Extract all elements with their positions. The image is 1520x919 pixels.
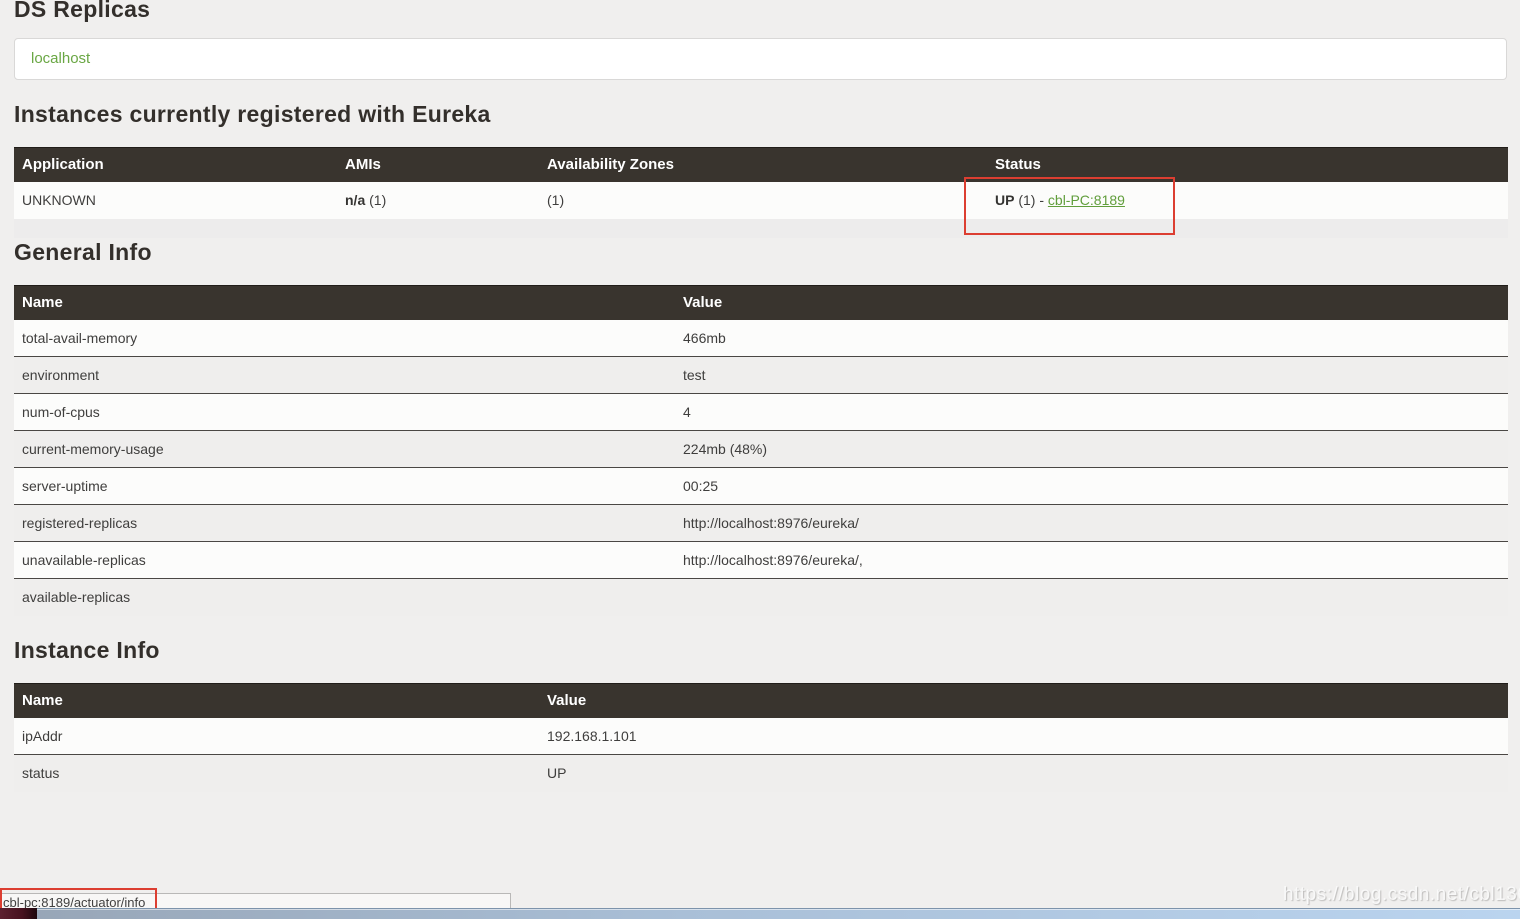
info-name: status: [14, 755, 539, 792]
table-row: total-avail-memory 466mb: [14, 320, 1508, 357]
annotation-box-status: [964, 177, 1175, 235]
amis-label: n/a: [345, 192, 365, 208]
ds-replicas-panel: localhost: [14, 38, 1507, 80]
replica-link-localhost[interactable]: localhost: [31, 39, 90, 79]
col-availability-zones: Availability Zones: [539, 148, 987, 182]
info-name: registered-replicas: [14, 505, 675, 542]
general-info-section-title: General Info: [14, 238, 152, 266]
col-value: Value: [539, 684, 1508, 718]
table-row: environment test: [14, 357, 1508, 394]
info-name: current-memory-usage: [14, 431, 675, 468]
instance-info-header-row: Name Value: [14, 684, 1508, 718]
general-info-header-row: Name Value: [14, 286, 1508, 320]
info-value: 4: [675, 394, 1508, 431]
info-value: 224mb (48%): [675, 431, 1508, 468]
instance-info-section-title: Instance Info: [14, 636, 160, 664]
col-application: Application: [14, 148, 337, 182]
taskbar-edge[interactable]: [0, 908, 1520, 919]
info-name: server-uptime: [14, 468, 675, 505]
table-row: status UP: [14, 755, 1508, 792]
instance-row: UNKNOWN n/a (1) (1) UP (1) - cbl-PC:8189: [14, 182, 1508, 219]
amis-count: (1): [365, 192, 386, 208]
info-name: num-of-cpus: [14, 394, 675, 431]
info-value: UP: [539, 755, 1508, 792]
zones-cell: (1): [539, 182, 987, 219]
info-name: available-replicas: [14, 579, 675, 616]
info-name: total-avail-memory: [14, 320, 675, 357]
table-row: num-of-cpus 4: [14, 394, 1508, 431]
watermark-text: https://blog.csdn.net/cbl1369732: [1283, 884, 1520, 906]
info-value: 00:25: [675, 468, 1508, 505]
annotation-box-tooltip: [0, 888, 157, 910]
info-value: 466mb: [675, 320, 1508, 357]
table-row: ipAddr 192.168.1.101: [14, 718, 1508, 755]
instances-table-header-row: Application AMIs Availability Zones Stat…: [14, 148, 1508, 182]
info-name: unavailable-replicas: [14, 542, 675, 579]
info-value: [675, 579, 1508, 616]
table-row: server-uptime 00:25: [14, 468, 1508, 505]
info-value: 192.168.1.101: [539, 718, 1508, 755]
application-cell: UNKNOWN: [14, 182, 337, 219]
table-row: available-replicas: [14, 579, 1508, 616]
instances-table-footer-strip: [14, 219, 1508, 238]
info-name: environment: [14, 357, 675, 394]
info-value: http://localhost:8976/eureka/,: [675, 542, 1508, 579]
info-value: http://localhost:8976/eureka/: [675, 505, 1508, 542]
page-title: DS Replicas: [14, 0, 150, 23]
col-name: Name: [14, 286, 675, 320]
info-value: test: [675, 357, 1508, 394]
table-row: registered-replicas http://localhost:897…: [14, 505, 1508, 542]
table-row: current-memory-usage 224mb (48%): [14, 431, 1508, 468]
table-row: unavailable-replicas http://localhost:89…: [14, 542, 1508, 579]
info-name: ipAddr: [14, 718, 539, 755]
general-info-table: Name Value total-avail-memory 466mb envi…: [14, 285, 1508, 616]
col-name: Name: [14, 684, 539, 718]
instances-section-title: Instances currently registered with Eure…: [14, 100, 491, 128]
instances-table: Application AMIs Availability Zones Stat…: [14, 147, 1508, 238]
instance-info-table: Name Value ipAddr 192.168.1.101 status U…: [14, 683, 1508, 792]
col-value: Value: [675, 286, 1508, 320]
taskbar-edge-maroon-patch: [0, 908, 37, 919]
amis-cell: n/a (1): [337, 182, 539, 219]
col-amis: AMIs: [337, 148, 539, 182]
